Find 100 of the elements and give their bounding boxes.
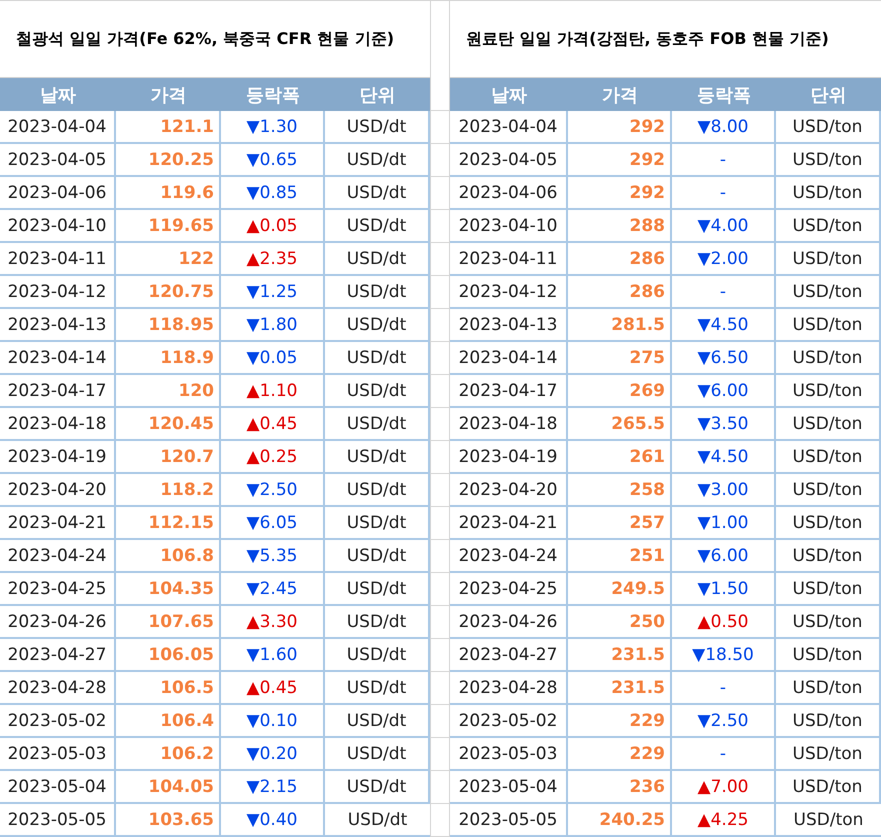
change-cell: - — [672, 672, 776, 705]
date-cell: 2023-04-14 — [450, 342, 568, 375]
date-cell: 2023-04-20 — [0, 474, 116, 507]
unit-cell: USD/ton — [776, 210, 881, 243]
unit-cell: USD/ton — [776, 111, 881, 144]
unit-cell: USD/ton — [776, 771, 881, 804]
price-cell: 292 — [568, 144, 672, 177]
unit-cell: USD/ton — [776, 672, 881, 705]
date-cell: 2023-04-18 — [0, 408, 116, 441]
price-cell: 106.05 — [116, 639, 221, 672]
unit-cell: USD/dt — [325, 474, 430, 507]
price-cell: 106.5 — [116, 672, 221, 705]
date-cell: 2023-04-24 — [450, 540, 568, 573]
change-cell: ▼6.05 — [221, 507, 325, 540]
change-cell: ▲0.45 — [221, 408, 325, 441]
price-cell: 229 — [568, 705, 672, 738]
date-cell: 2023-04-13 — [0, 309, 116, 342]
date-cell: 2023-04-24 — [0, 540, 116, 573]
column-header: 가격 — [568, 78, 672, 111]
price-cell: 269 — [568, 375, 672, 408]
unit-cell: USD/ton — [776, 738, 881, 771]
date-cell: 2023-04-25 — [450, 573, 568, 606]
date-cell: 2023-05-04 — [450, 771, 568, 804]
price-cell: 118.2 — [116, 474, 221, 507]
unit-cell: USD/dt — [325, 606, 430, 639]
unit-cell: USD/dt — [325, 573, 430, 606]
change-cell: ▲7.00 — [672, 771, 776, 804]
date-cell: 2023-04-05 — [0, 144, 116, 177]
price-cell: 121.1 — [116, 111, 221, 144]
price-cell: 275 — [568, 342, 672, 375]
date-cell: 2023-05-04 — [0, 771, 116, 804]
unit-cell: USD/ton — [776, 606, 881, 639]
date-cell: 2023-04-12 — [450, 276, 568, 309]
change-cell: ▼2.15 — [221, 771, 325, 804]
change-cell: - — [672, 738, 776, 771]
change-cell: ▼2.45 — [221, 573, 325, 606]
unit-cell: USD/ton — [776, 804, 881, 837]
change-cell: ▼1.30 — [221, 111, 325, 144]
column-header: 단위 — [325, 78, 430, 111]
unit-cell: USD/dt — [325, 804, 430, 837]
unit-cell: USD/dt — [325, 771, 430, 804]
change-cell: ▼2.50 — [672, 705, 776, 738]
change-cell: ▼4.50 — [672, 309, 776, 342]
unit-cell: USD/dt — [325, 738, 430, 771]
date-cell: 2023-04-25 — [0, 573, 116, 606]
price-cell: 107.65 — [116, 606, 221, 639]
unit-cell: USD/dt — [325, 540, 430, 573]
unit-cell: USD/dt — [325, 309, 430, 342]
date-cell: 2023-04-28 — [0, 672, 116, 705]
change-cell: - — [672, 276, 776, 309]
change-cell: ▼6.00 — [672, 540, 776, 573]
date-cell: 2023-04-06 — [450, 177, 568, 210]
price-cell: 104.35 — [116, 573, 221, 606]
date-cell: 2023-04-19 — [0, 441, 116, 474]
change-cell: ▼0.10 — [221, 705, 325, 738]
date-cell: 2023-04-04 — [450, 111, 568, 144]
change-cell: - — [672, 177, 776, 210]
date-cell: 2023-04-11 — [0, 243, 116, 276]
change-cell: ▼2.00 — [672, 243, 776, 276]
change-cell: ▼4.50 — [672, 441, 776, 474]
change-cell: ▼5.35 — [221, 540, 325, 573]
price-cell: 120 — [116, 375, 221, 408]
change-cell: ▼0.85 — [221, 177, 325, 210]
date-cell: 2023-04-26 — [450, 606, 568, 639]
date-cell: 2023-04-10 — [0, 210, 116, 243]
price-cell: 104.05 — [116, 771, 221, 804]
change-cell: ▲0.25 — [221, 441, 325, 474]
date-cell: 2023-05-05 — [0, 804, 116, 837]
date-cell: 2023-04-26 — [0, 606, 116, 639]
date-cell: 2023-04-06 — [0, 177, 116, 210]
change-cell: ▲3.30 — [221, 606, 325, 639]
unit-cell: USD/ton — [776, 441, 881, 474]
unit-cell: USD/ton — [776, 375, 881, 408]
unit-cell: USD/ton — [776, 573, 881, 606]
change-cell: ▼0.40 — [221, 804, 325, 837]
price-cell: 106.4 — [116, 705, 221, 738]
date-cell: 2023-04-28 — [450, 672, 568, 705]
date-cell: 2023-04-17 — [0, 375, 116, 408]
unit-cell: USD/ton — [776, 177, 881, 210]
date-cell: 2023-04-13 — [450, 309, 568, 342]
price-cell: 292 — [568, 111, 672, 144]
column-header: 날짜 — [0, 78, 116, 111]
price-cell: 288 — [568, 210, 672, 243]
unit-cell: USD/dt — [325, 507, 430, 540]
change-cell: ▼1.00 — [672, 507, 776, 540]
date-cell: 2023-05-05 — [450, 804, 568, 837]
unit-cell: USD/dt — [325, 144, 430, 177]
date-cell: 2023-04-14 — [0, 342, 116, 375]
change-cell: ▼4.00 — [672, 210, 776, 243]
change-cell: ▼18.50 — [672, 639, 776, 672]
date-cell: 2023-05-02 — [0, 705, 116, 738]
date-cell: 2023-04-11 — [450, 243, 568, 276]
unit-cell: USD/ton — [776, 309, 881, 342]
column-header: 단위 — [776, 78, 881, 111]
price-cell: 118.9 — [116, 342, 221, 375]
unit-cell: USD/ton — [776, 639, 881, 672]
date-cell: 2023-04-17 — [450, 375, 568, 408]
price-cell: 240.25 — [568, 804, 672, 837]
price-cell: 236 — [568, 771, 672, 804]
price-cell: 292 — [568, 177, 672, 210]
